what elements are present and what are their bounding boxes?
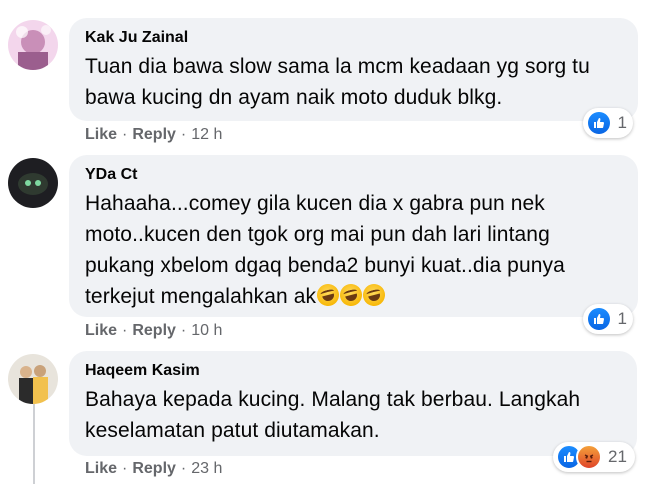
comment-line: bawa kucing dn ayam naik moto duduk blkg… [85, 86, 503, 109]
comment-bubble: Kak Ju Zainal Tuan dia bawa slow sama la… [69, 18, 638, 121]
comment-line: Tuan dia bawa slow sama la mcm keadaan y… [85, 55, 590, 78]
rolling-on-floor-laughing-icon [314, 281, 342, 309]
comment-text: Bahaya kepada kucing. Malang tak berbau.… [85, 384, 621, 446]
comment-line: pukang xbelom dgaq benda2 bunyi kuat..di… [85, 254, 565, 277]
comment-line: Hahaaha...comey gila kucen dia x gabra p… [85, 192, 545, 215]
reaction-count: 1 [617, 309, 627, 328]
reply-link[interactable]: Reply [132, 126, 176, 143]
reply-thread-line [33, 396, 35, 484]
comment-line: terkejut mengalahkan ak [85, 285, 317, 308]
separator-dot: · [122, 322, 128, 339]
separator-dot: · [180, 126, 187, 143]
reaction-summary[interactable]: 1 [583, 304, 633, 334]
avatar[interactable] [8, 354, 58, 404]
comment-actions: Like · Reply · 23 h [85, 459, 222, 479]
rolling-on-floor-laughing-icon [360, 281, 388, 309]
comment-line: Bahaya kepada kucing. Malang tak berbau.… [85, 388, 581, 411]
author-name[interactable]: Haqeem Kasim [85, 361, 621, 381]
comment-bubble: YDa Ct Hahaaha...comey gila kucen dia x … [69, 155, 638, 317]
comment-text: Hahaaha...comey gila kucen dia x gabra p… [85, 188, 622, 312]
like-reaction-icon [586, 306, 612, 332]
timestamp[interactable]: 10 h [191, 322, 222, 339]
comment-text: Tuan dia bawa slow sama la mcm keadaan y… [85, 51, 622, 113]
comment-actions: Like · Reply · 12 h [85, 125, 222, 145]
reaction-count: 21 [608, 447, 627, 466]
separator-dot: · [180, 322, 187, 339]
comment-bubble: Haqeem Kasim Bahaya kepada kucing. Malan… [69, 351, 637, 456]
like-link[interactable]: Like [85, 322, 117, 339]
reaction-count: 1 [617, 113, 627, 132]
reaction-summary[interactable]: 1 [583, 108, 633, 138]
comment-actions: Like · Reply · 10 h [85, 321, 222, 341]
separator-dot: · [122, 126, 128, 143]
reply-link[interactable]: Reply [132, 322, 176, 339]
reply-link[interactable]: Reply [132, 460, 176, 477]
reaction-summary[interactable]: 21 [553, 442, 635, 472]
rolling-on-floor-laughing-icon [337, 281, 365, 309]
avatar[interactable] [8, 20, 58, 70]
author-name[interactable]: YDa Ct [85, 165, 622, 185]
like-link[interactable]: Like [85, 460, 117, 477]
comment-line: moto..kucen den tgok org mai pun dah lar… [85, 223, 550, 246]
like-reaction-icon [586, 110, 612, 136]
like-link[interactable]: Like [85, 126, 117, 143]
timestamp[interactable]: 23 h [191, 460, 222, 477]
comment-line: keselamatan patut diutamakan. [85, 419, 380, 442]
separator-dot: · [122, 460, 128, 477]
comment-line-with-emoji: terkejut mengalahkan ak [85, 281, 622, 312]
angry-reaction-icon [576, 444, 602, 470]
separator-dot: · [180, 460, 187, 477]
avatar[interactable] [8, 158, 58, 208]
timestamp[interactable]: 12 h [191, 126, 222, 143]
author-name[interactable]: Kak Ju Zainal [85, 28, 622, 48]
